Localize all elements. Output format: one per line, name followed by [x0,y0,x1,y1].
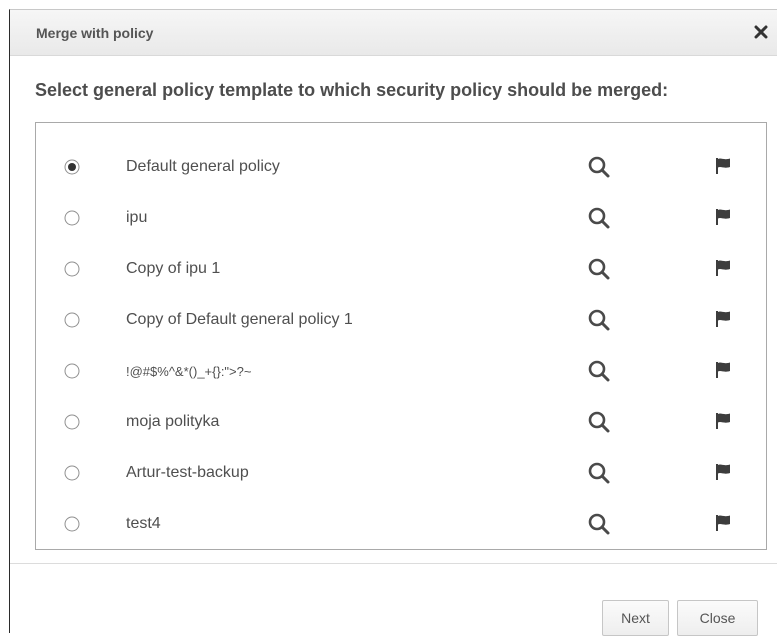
search-icon[interactable] [587,410,611,434]
policy-name: Default general policy [126,158,280,175]
dialog-titlebar: Merge with policy [10,10,777,56]
flag-icon[interactable] [713,360,733,380]
policy-name: moja polityka [126,413,220,430]
flag-icon[interactable] [713,258,733,278]
policy-row[interactable]: ipu [36,194,766,244]
policy-row[interactable]: !@#$%^&*()_+{}:">?~ [36,347,766,397]
search-icon[interactable] [587,461,611,485]
next-button[interactable]: Next [602,600,669,636]
flag-icon[interactable] [713,513,733,533]
policy-radio[interactable] [64,261,80,277]
policy-radio[interactable] [64,414,80,430]
search-icon[interactable] [587,155,611,179]
policy-row[interactable]: moja polityka [36,398,766,448]
policy-name: Copy of ipu 1 [126,260,221,277]
policy-name: ipu [126,209,148,226]
dialog-title: Merge with policy [36,25,154,41]
flag-icon[interactable] [713,411,733,431]
footer-divider [10,563,777,564]
close-button[interactable]: Close [677,600,758,636]
close-icon[interactable] [753,24,769,40]
policy-radio[interactable] [64,465,80,481]
search-icon[interactable] [587,257,611,281]
policy-radio[interactable] [64,363,80,379]
flag-icon[interactable] [713,462,733,482]
policy-row[interactable]: Default general policy [36,143,766,193]
policy-radio[interactable] [64,210,80,226]
policy-name: !@#$%^&*()_+{}:">?~ [126,364,252,379]
policy-radio[interactable] [64,516,80,532]
search-icon[interactable] [587,512,611,536]
merge-policy-dialog: Merge with policy Select general policy … [9,9,777,636]
policy-row[interactable]: Copy of Default general policy 1 [36,296,766,346]
flag-icon[interactable] [713,207,733,227]
policy-radio[interactable] [64,159,80,175]
flag-icon[interactable] [713,309,733,329]
policy-row[interactable]: Artur-test-backup [36,449,766,499]
search-icon[interactable] [587,206,611,230]
policy-row[interactable]: test4 [36,500,766,550]
policy-name: Copy of Default general policy 1 [126,311,353,328]
policy-radio[interactable] [64,312,80,328]
policy-list: Default general policy ipu Copy of ipu 1… [35,122,767,550]
search-icon[interactable] [587,359,611,383]
search-icon[interactable] [587,308,611,332]
selection-heading: Select general policy template to which … [35,80,669,100]
flag-icon[interactable] [713,156,733,176]
policy-row[interactable]: Copy of ipu 1 [36,245,766,295]
policy-name: Artur-test-backup [126,464,249,481]
policy-name: test4 [126,515,161,532]
